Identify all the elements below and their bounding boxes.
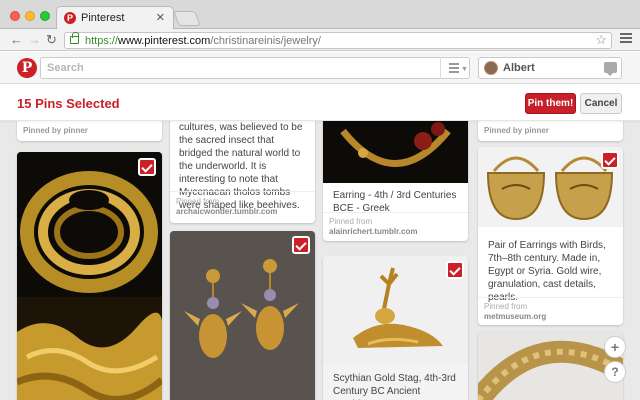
- selection-bar: 15 Pins Selected Pin them! Cancel: [0, 85, 640, 121]
- pin-card[interactable]: Pinned by pinner: [478, 121, 623, 141]
- pinned-by: Pinned by pinner: [23, 126, 88, 135]
- browser-tab-bar: P Pinterest ✕: [0, 0, 640, 29]
- window-minimize-button[interactable]: [25, 11, 35, 21]
- cancel-button[interactable]: Cancel: [580, 93, 622, 114]
- forward-arrow-icon[interactable]: →: [28, 32, 41, 48]
- pinterest-favicon-icon: P: [64, 12, 76, 24]
- pin-card[interactable]: [478, 331, 623, 400]
- avatar: [484, 61, 498, 75]
- card-divider: [170, 191, 315, 192]
- gold-pectoral-image: [17, 152, 162, 400]
- help-button[interactable]: ?: [604, 361, 626, 383]
- pinterest-header: P ▼ Albert: [0, 52, 640, 84]
- lock-icon: [70, 32, 79, 44]
- add-pin-button[interactable]: +: [604, 336, 626, 358]
- pin-source-link[interactable]: metmuseum.org: [484, 312, 546, 321]
- back-arrow-icon[interactable]: ←: [10, 32, 23, 48]
- pinned-by: Pinned by pinner: [484, 126, 549, 135]
- url-host: www.pinterest.com: [118, 35, 211, 47]
- new-tab-button[interactable]: [173, 11, 201, 26]
- pin-card[interactable]: Pair of Earrings with Birds, 7th–8th cen…: [478, 147, 623, 325]
- pin-them-button[interactable]: Pin them!: [525, 93, 576, 114]
- pin-card[interactable]: Scythian Gold Stag, 4th-3rd Century BC A…: [323, 256, 468, 400]
- search-box: [40, 57, 470, 79]
- pin-card[interactable]: cultures, was believed to be the sacred …: [170, 121, 315, 223]
- browser-menu-icon[interactable]: [620, 33, 632, 45]
- user-menu[interactable]: Albert: [478, 57, 622, 79]
- address-bar[interactable]: https://www.pinterest.com/christinareini…: [64, 32, 612, 49]
- user-name: Albert: [503, 62, 535, 74]
- selected-checkbox[interactable]: [138, 158, 156, 176]
- pin-card[interactable]: [170, 231, 315, 400]
- pin-card[interactable]: [17, 152, 162, 400]
- browser-tab[interactable]: P Pinterest ✕: [56, 6, 174, 29]
- pin-card[interactable]: Earring - 4th / 3rd Centuries BCE - Gree…: [323, 121, 468, 241]
- card-divider: [478, 297, 623, 298]
- pin-description: Scythian Gold Stag, 4th-3rd Century BC A…: [333, 373, 456, 400]
- pinned-from-label: Pinned from: [484, 302, 528, 311]
- window-close-button[interactable]: [10, 11, 20, 21]
- tab-title: Pinterest: [81, 12, 125, 24]
- reload-icon[interactable]: ↻: [46, 32, 57, 48]
- notifications-icon[interactable]: [604, 62, 617, 76]
- tab-close-icon[interactable]: ✕: [156, 11, 165, 24]
- bookmark-star-icon[interactable]: ☆: [595, 32, 607, 48]
- category-menu-button[interactable]: ▼: [440, 57, 470, 79]
- chevron-down-icon: ▼: [461, 66, 468, 73]
- url-scheme: https://: [85, 35, 119, 47]
- angel-earrings-image: [170, 231, 315, 400]
- twisted-torc-image: [478, 331, 623, 400]
- pin-source-link[interactable]: alainrichert.tumblr.com: [329, 227, 417, 236]
- selected-checkbox[interactable]: [446, 261, 464, 279]
- browser-toolbar: ← → ↻ https://www.pinterest.com/christin…: [0, 29, 640, 51]
- red-bead-earring-image: [323, 121, 468, 183]
- url-path: /christinareinis/jewelry/: [210, 35, 321, 47]
- search-input[interactable]: [47, 62, 427, 74]
- selected-checkbox[interactable]: [601, 151, 619, 169]
- pin-grid: Pinned by pinner cultures, was believed …: [0, 121, 640, 400]
- selected-checkbox[interactable]: [292, 236, 310, 254]
- pinterest-logo-icon[interactable]: P: [17, 58, 37, 78]
- pinned-from-label: Pinned from: [329, 217, 373, 226]
- pin-source-link[interactable]: archaicwonder.tumblr.com: [176, 207, 277, 216]
- pinned-from-label: Pinned from: [176, 197, 220, 206]
- window-maximize-button[interactable]: [40, 11, 50, 21]
- url-text[interactable]: https://www.pinterest.com/christinareini…: [85, 35, 321, 47]
- card-divider: [323, 212, 468, 213]
- pin-card[interactable]: Pinned by pinner: [17, 121, 162, 141]
- pin-description: Pair of Earrings with Birds, 7th–8th cen…: [488, 240, 606, 303]
- selected-count: 15 Pins Selected: [17, 96, 120, 111]
